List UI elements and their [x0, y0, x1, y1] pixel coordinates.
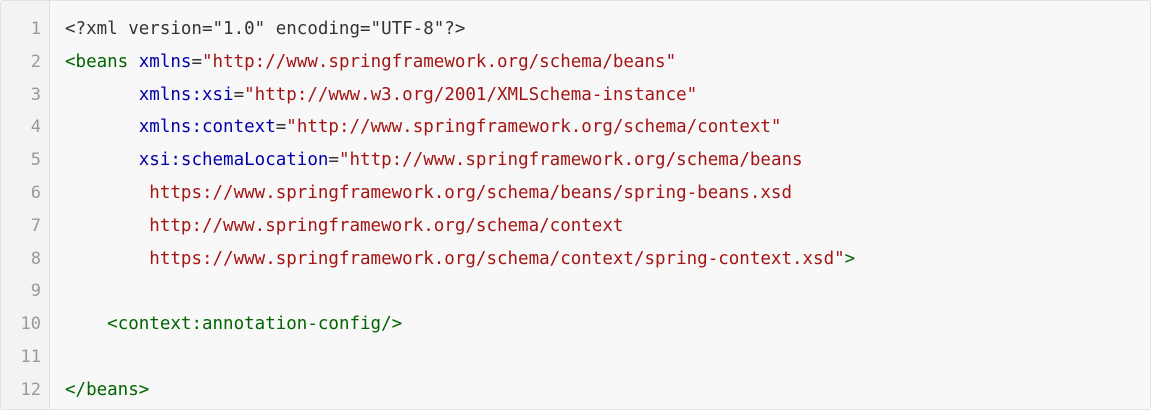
code-line: 11: [1, 341, 1150, 374]
line-number: 10: [20, 314, 41, 335]
code-line: 10 <context:annotation-config/>: [1, 308, 1150, 341]
line-number: 5: [30, 150, 41, 171]
code-token: =: [275, 117, 287, 138]
line-number: 9: [30, 281, 41, 302]
code-token: =: [233, 84, 245, 105]
code-block[interactable]: 1 <?xml version="1.0" encoding="UTF-8"?> 2…: [0, 0, 1151, 410]
code-line: 9: [1, 275, 1150, 308]
code-token: </beans>: [65, 379, 150, 400]
code-token: <context:annotation-config/>: [107, 314, 403, 335]
code-text: <beans xmlns="http://www.springframework…: [65, 52, 676, 72]
code-token: http://www.springframework.org/schema/co…: [149, 215, 624, 236]
code-token: xsi:schemaLocation: [138, 150, 329, 171]
code-line: 6 https://www.springframework.org/schema…: [1, 177, 1150, 210]
code-token: https://www.springframework.org/schema/c…: [149, 248, 845, 269]
code-token: xmlns:context: [138, 117, 276, 138]
code-line: 4 xmlns:context="http://www.springframew…: [1, 111, 1150, 144]
code-token: =: [328, 150, 339, 171]
line-number: 7: [30, 215, 41, 236]
code-text: https://www.springframework.org/schema/b…: [65, 183, 792, 203]
code-text: <context:annotation-config/>: [65, 314, 402, 334]
code-text: xmlns:context="http://www.springframewor…: [65, 117, 782, 138]
code-token: <?xml version="1.0" encoding="UTF-8"?>: [65, 19, 466, 39]
code-token: >: [844, 248, 856, 269]
code-text: xmlns:xsi="http://www.w3.org/2001/XMLSch…: [65, 85, 697, 105]
line-number: 2: [30, 51, 41, 72]
code-text: https://www.springframework.org/schema/c…: [65, 249, 855, 269]
line-number: 4: [30, 117, 41, 138]
line-number: 12: [20, 379, 41, 400]
code-token: <beans: [65, 51, 139, 72]
code-line: 1 <?xml version="1.0" encoding="UTF-8"?>: [1, 13, 1150, 46]
code-text: http://www.springframework.org/schema/co…: [65, 216, 623, 236]
line-number: 1: [30, 19, 41, 39]
line-number: 3: [30, 84, 41, 105]
code-line: 8 https://www.springframework.org/schema…: [1, 242, 1150, 275]
code-token: xmlns: [138, 51, 192, 72]
line-number: 6: [30, 183, 41, 203]
code-line: 3 xmlns:xsi="http://www.w3.org/2001/XMLS…: [1, 78, 1150, 111]
code-token: "http://www.springframework.org/schema/b…: [338, 150, 803, 171]
code-text: </beans>: [65, 380, 149, 400]
code-text: xsi:schemaLocation="http://www.springfra…: [65, 150, 803, 170]
code-token: https://www.springframework.org/schema/b…: [149, 183, 792, 203]
code-line: 2 <beans xmlns="http://www.springframewor…: [1, 45, 1150, 78]
code-text: <?xml version="1.0" encoding="UTF-8"?>: [65, 19, 465, 39]
code-token: xmlns:xsi: [138, 84, 234, 105]
line-number: 8: [30, 248, 41, 269]
code-line: 7 http://www.springframework.org/schema/…: [1, 209, 1150, 242]
code-token: "http://www.w3.org/2001/XMLSchema-instan…: [244, 84, 698, 105]
code-token: "http://www.springframework.org/schema/c…: [286, 117, 782, 138]
line-number: 11: [20, 347, 41, 367]
code-line: 5 xsi:schemaLocation="http://www.springf…: [1, 144, 1150, 177]
code-token: "http://www.springframework.org/schema/b…: [202, 51, 677, 72]
code-line: 12 </beans>: [1, 373, 1150, 406]
code-token: =: [191, 51, 202, 72]
